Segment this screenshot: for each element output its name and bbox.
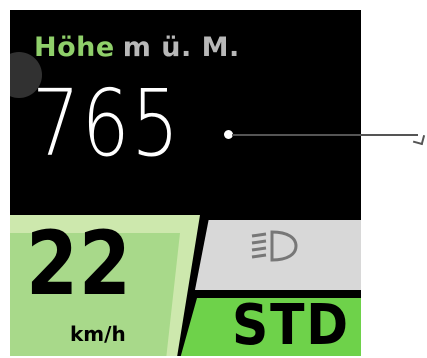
altitude-label: Höhe [34,32,115,63]
speed-unit: km/h [70,322,126,346]
speed-value: 22 [26,212,132,315]
mode-value: STD [232,293,350,358]
altitude-unit: m ü. M. [122,32,240,63]
altitude-value: 765 [32,70,181,177]
headlight-icon [251,230,298,262]
altitude-header: Höhe m ü. M. [34,32,240,63]
callout-line-end [412,132,426,146]
callout-line [232,134,418,136]
